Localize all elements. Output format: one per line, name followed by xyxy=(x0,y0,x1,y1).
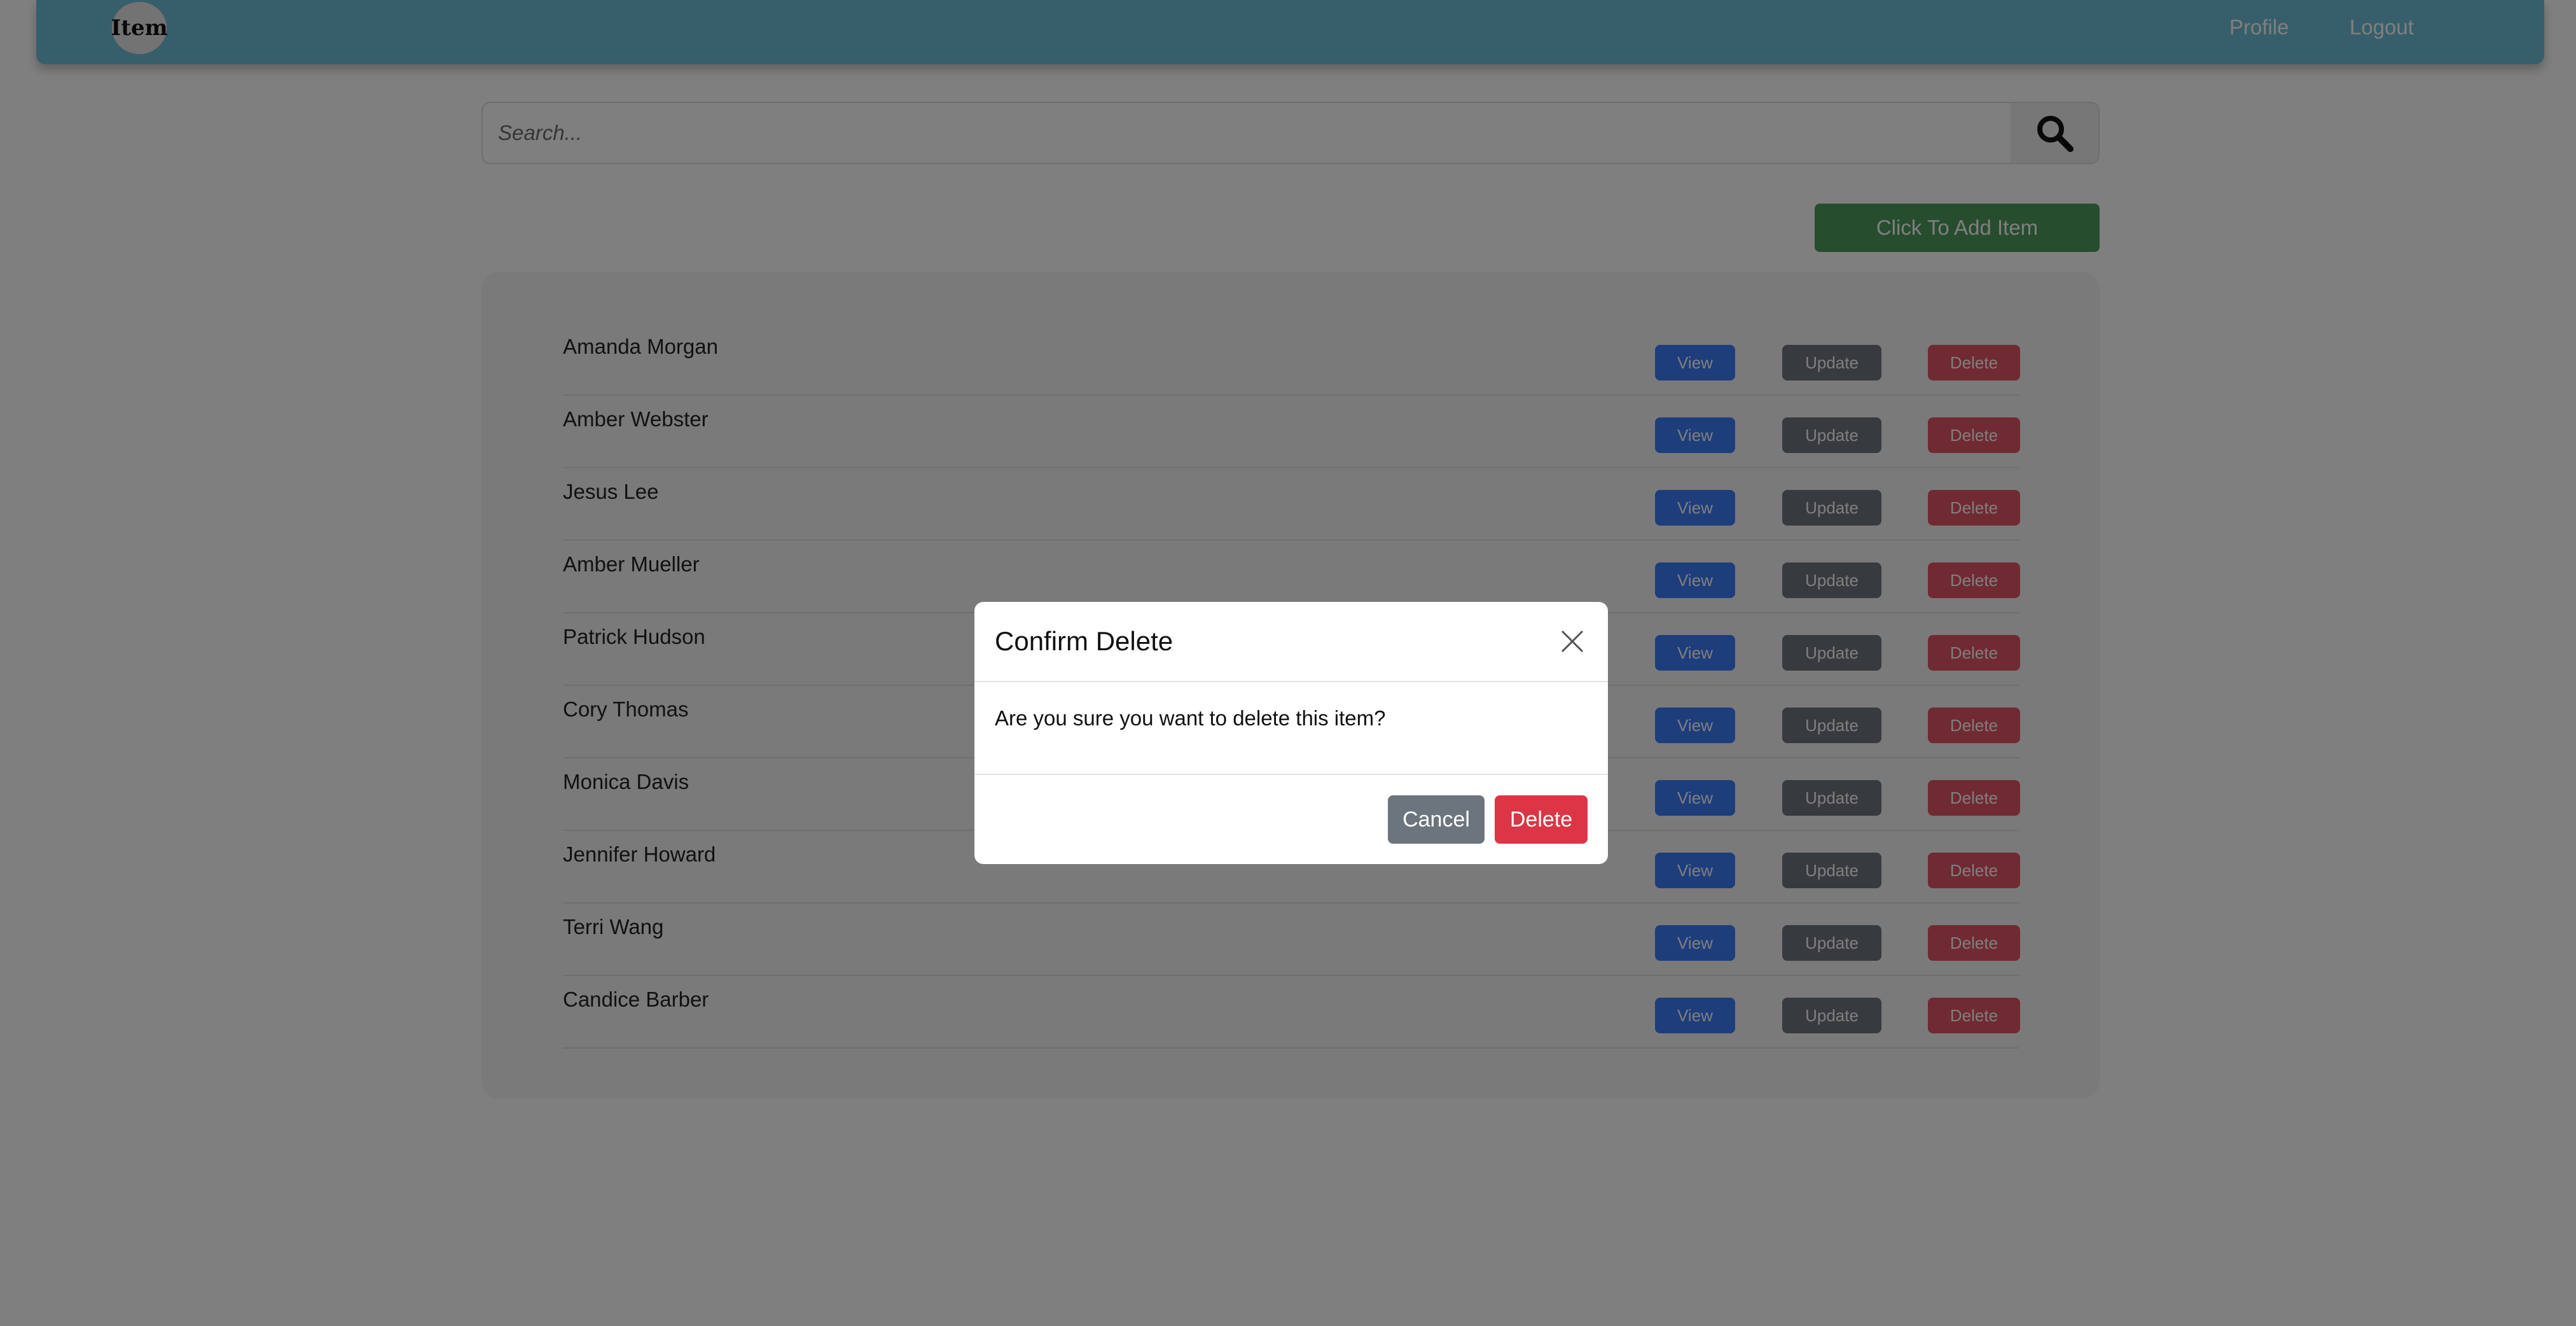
confirm-delete-button[interactable]: Delete xyxy=(1495,795,1588,844)
cancel-button[interactable]: Cancel xyxy=(1388,795,1485,844)
modal-message: Are you sure you want to delete this ite… xyxy=(995,706,1386,730)
close-icon[interactable] xyxy=(1560,629,1585,654)
confirm-delete-modal: Confirm Delete Are you sure you want to … xyxy=(974,602,1608,864)
modal-divider xyxy=(974,774,1608,775)
modal-title: Confirm Delete xyxy=(995,626,1174,656)
modal-header: Confirm Delete xyxy=(974,602,1608,682)
